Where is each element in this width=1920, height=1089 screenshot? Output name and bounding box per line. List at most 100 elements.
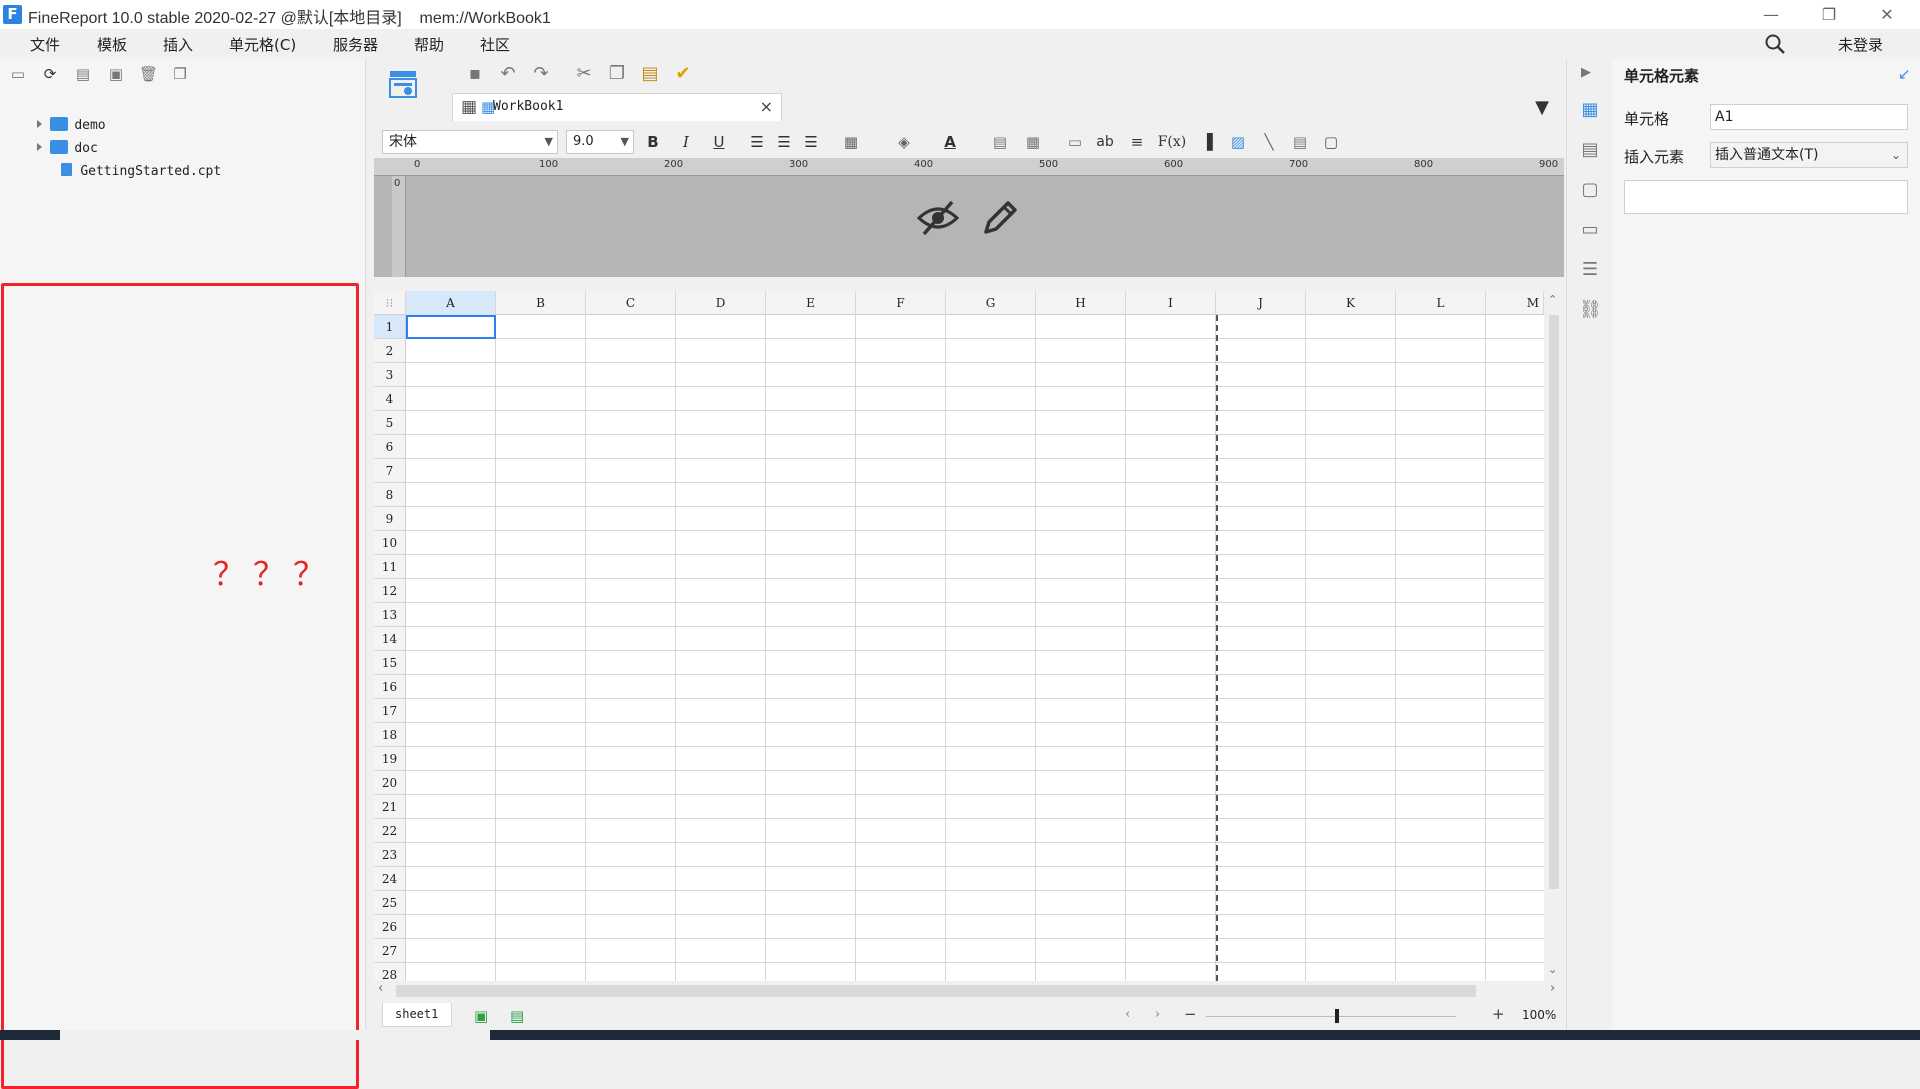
column-header[interactable]: H (1036, 291, 1126, 315)
row-header[interactable]: 3 (374, 363, 406, 387)
hide-icon[interactable] (916, 198, 960, 238)
scroll-left-icon[interactable]: ‹ (378, 981, 383, 996)
cell-element-icon[interactable] (388, 69, 418, 101)
show-file-icon[interactable]: ▤ (74, 65, 92, 83)
restore-button[interactable]: ❐ (1800, 0, 1858, 29)
row-header[interactable]: 5 (374, 411, 406, 435)
copy-file-icon[interactable]: ❐ (171, 65, 189, 83)
column-header[interactable]: F (856, 291, 946, 315)
minimize-button[interactable]: — (1742, 0, 1800, 29)
align-center-icon[interactable]: ☰ (773, 131, 795, 153)
row-header[interactable]: 10 (374, 531, 406, 555)
vertical-scrollbar[interactable]: ⌃ ⌄ (1544, 291, 1564, 981)
selected-cell-a1[interactable] (406, 315, 496, 339)
row-header[interactable]: 24 (374, 867, 406, 891)
row-header[interactable]: 9 (374, 507, 406, 531)
row-header[interactable]: 16 (374, 675, 406, 699)
menu-file[interactable]: 文件 (30, 34, 60, 55)
paragraph-icon[interactable]: ≡ (1126, 131, 1148, 153)
sheet-tab[interactable]: sheet1 (382, 1003, 452, 1027)
row-header[interactable]: 15 (374, 651, 406, 675)
cell-area[interactable] (406, 315, 1544, 981)
page-header-area[interactable]: 0 (374, 176, 1564, 277)
collapse-arrow-icon[interactable]: ▶ (1581, 65, 1591, 80)
bold-button[interactable]: B (642, 131, 664, 153)
column-header[interactable]: B (496, 291, 586, 315)
text-element-button[interactable]: ab (1094, 131, 1116, 153)
row-header[interactable]: 1 (374, 315, 406, 339)
frame-icon[interactable]: ▢ (1320, 131, 1342, 153)
paste-icon[interactable]: ▤ (639, 63, 661, 85)
condition-tab-icon[interactable]: ☰ (1579, 259, 1601, 281)
column-header[interactable]: D (676, 291, 766, 315)
tab-workbook1[interactable]: ▦ ▦ WorkBook1 × (452, 93, 782, 121)
menu-insert[interactable]: 插入 (163, 34, 193, 55)
column-header[interactable]: J (1216, 291, 1306, 315)
format-painter-icon[interactable]: ✔ (672, 63, 694, 85)
search-icon[interactable] (1763, 32, 1787, 60)
slash-icon[interactable]: ╲ (1258, 131, 1280, 153)
cut-icon[interactable]: ✂ (573, 63, 595, 85)
row-header[interactable]: 14 (374, 627, 406, 651)
add-poly-sheet-icon[interactable]: ▤ (510, 1007, 524, 1025)
image-icon[interactable]: ▨ (1227, 131, 1249, 153)
split-cell-icon[interactable]: ▦ (1022, 131, 1044, 153)
scrollbar-thumb[interactable] (1549, 315, 1559, 889)
column-header[interactable]: K (1306, 291, 1396, 315)
column-header[interactable]: M (1486, 291, 1544, 315)
row-header[interactable]: 18 (374, 723, 406, 747)
row-header[interactable]: 28 (374, 963, 406, 981)
menu-cell[interactable]: 单元格(C) (229, 34, 296, 55)
select-all-icon[interactable]: ⁝⁝ (374, 291, 406, 315)
row-header[interactable]: 23 (374, 843, 406, 867)
cell-content-textarea[interactable] (1624, 180, 1908, 214)
row-header[interactable]: 4 (374, 387, 406, 411)
preview-icon[interactable]: ▼ (1531, 97, 1553, 119)
align-right-icon[interactable]: ☰ (800, 131, 822, 153)
login-link[interactable]: 未登录 (1838, 34, 1883, 55)
cell-element-tab-icon[interactable]: ▦ (1579, 99, 1601, 121)
scroll-right-icon[interactable]: › (1550, 981, 1555, 996)
horizontal-scrollbar[interactable]: ‹ › (374, 981, 1564, 999)
column-header[interactable]: L (1396, 291, 1486, 315)
save-icon[interactable]: ▪ (464, 63, 486, 85)
row-header[interactable]: 12 (374, 579, 406, 603)
row-header[interactable]: 2 (374, 339, 406, 363)
zoom-slider-handle[interactable] (1335, 1009, 1339, 1023)
refresh-icon[interactable]: ⟳ (41, 65, 59, 83)
cell-attribute-tab-icon[interactable]: ▤ (1579, 139, 1601, 161)
border-icon[interactable]: ▦ (840, 131, 862, 153)
fill-color-icon[interactable]: ◈ (893, 131, 915, 153)
column-header[interactable]: G (946, 291, 1036, 315)
insert-row-icon[interactable]: ▭ (1064, 131, 1086, 153)
zoom-in-icon[interactable]: + (1492, 1005, 1505, 1023)
widget-tab-icon[interactable]: ▭ (1579, 219, 1601, 241)
row-header[interactable]: 21 (374, 795, 406, 819)
open-folder-icon[interactable]: ▭ (9, 65, 27, 83)
grid-icon[interactable]: ▦ (461, 97, 477, 117)
row-header[interactable]: 26 (374, 915, 406, 939)
row-header[interactable]: 19 (374, 747, 406, 771)
row-header[interactable]: 13 (374, 603, 406, 627)
pin-icon[interactable]: ↙ (1898, 65, 1911, 83)
scroll-down-icon[interactable]: ⌄ (1548, 963, 1557, 976)
copy-icon[interactable]: ❐ (606, 63, 628, 85)
row-header[interactable]: 20 (374, 771, 406, 795)
formula-button[interactable]: F(x) (1157, 131, 1187, 153)
add-sheet-icon[interactable]: ▣ (474, 1007, 488, 1025)
font-family-select[interactable]: 宋体 ▼ (382, 130, 558, 154)
font-color-icon[interactable]: A (939, 131, 961, 153)
align-left-icon[interactable]: ☰ (746, 131, 768, 153)
row-header[interactable]: 11 (374, 555, 406, 579)
cell-address-field[interactable]: A1 (1710, 104, 1908, 130)
next-sheet-icon[interactable]: › (1155, 1007, 1160, 1022)
column-header[interactable]: C (586, 291, 676, 315)
tree-folder-demo[interactable]: demo (6, 96, 106, 133)
row-header[interactable]: 8 (374, 483, 406, 507)
edit-pencil-icon[interactable] (980, 198, 1020, 238)
column-header[interactable]: I (1126, 291, 1216, 315)
menu-community[interactable]: 社区 (480, 34, 510, 55)
font-size-select[interactable]: 9.0 ▼ (566, 130, 634, 154)
tree-folder-doc[interactable]: doc (6, 119, 98, 156)
menu-help[interactable]: 帮助 (414, 34, 444, 55)
